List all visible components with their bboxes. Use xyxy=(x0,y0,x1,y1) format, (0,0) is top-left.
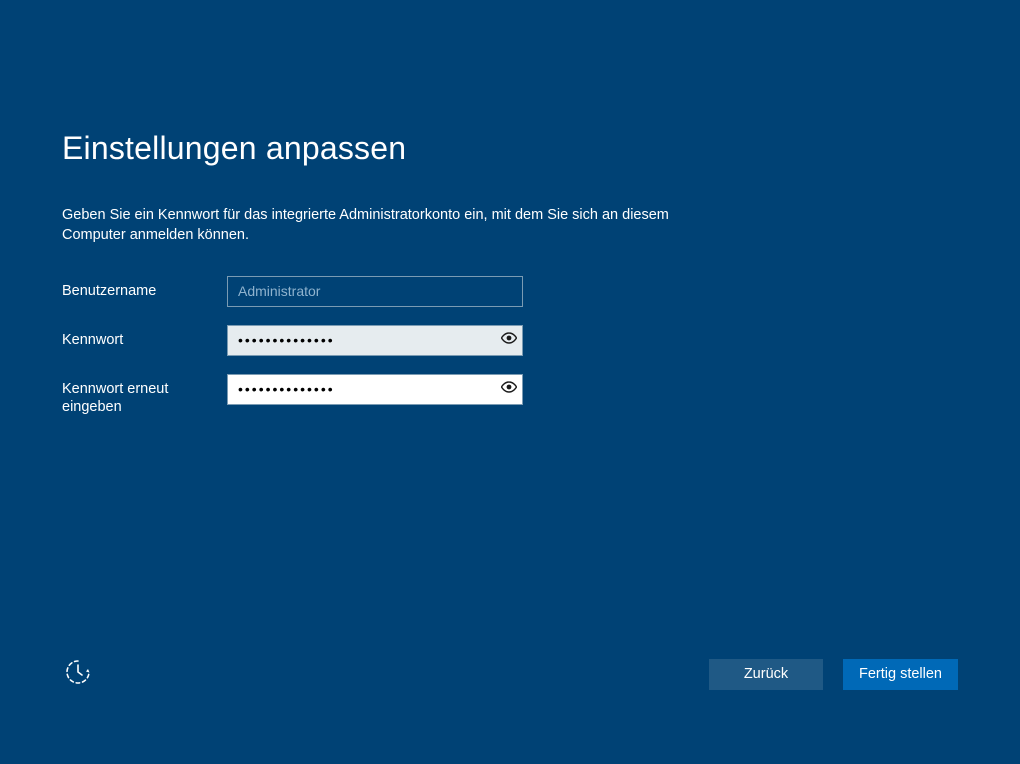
ease-of-access-icon xyxy=(64,658,92,691)
username-input-wrap xyxy=(227,276,523,307)
confirm-password-input-wrap xyxy=(227,374,523,405)
nav-buttons: Zurück Fertig stellen xyxy=(709,659,958,690)
confirm-password-label: Kennwort erneut eingeben xyxy=(62,374,227,418)
confirm-password-input[interactable] xyxy=(227,374,523,405)
username-label: Benutzername xyxy=(62,276,227,301)
confirm-password-reveal-button[interactable] xyxy=(495,374,523,405)
password-reveal-button[interactable] xyxy=(495,325,523,356)
ease-of-access-button[interactable] xyxy=(62,658,94,690)
confirm-password-row: Kennwort erneut eingeben xyxy=(62,374,958,418)
username-input xyxy=(227,276,523,307)
password-row: Kennwort xyxy=(62,325,958,356)
finish-button[interactable]: Fertig stellen xyxy=(843,659,958,690)
password-label: Kennwort xyxy=(62,325,227,350)
password-input-wrap xyxy=(227,325,523,356)
username-row: Benutzername xyxy=(62,276,958,307)
description-text: Geben Sie ein Kennwort für das integrier… xyxy=(62,205,702,246)
page-title: Einstellungen anpassen xyxy=(62,130,958,167)
eye-icon xyxy=(501,380,517,398)
bottom-bar: Zurück Fertig stellen xyxy=(62,658,958,690)
setup-dialog: Einstellungen anpassen Geben Sie ein Ken… xyxy=(0,0,1020,417)
eye-icon xyxy=(501,331,517,349)
password-input[interactable] xyxy=(227,325,523,356)
back-button[interactable]: Zurück xyxy=(709,659,823,690)
